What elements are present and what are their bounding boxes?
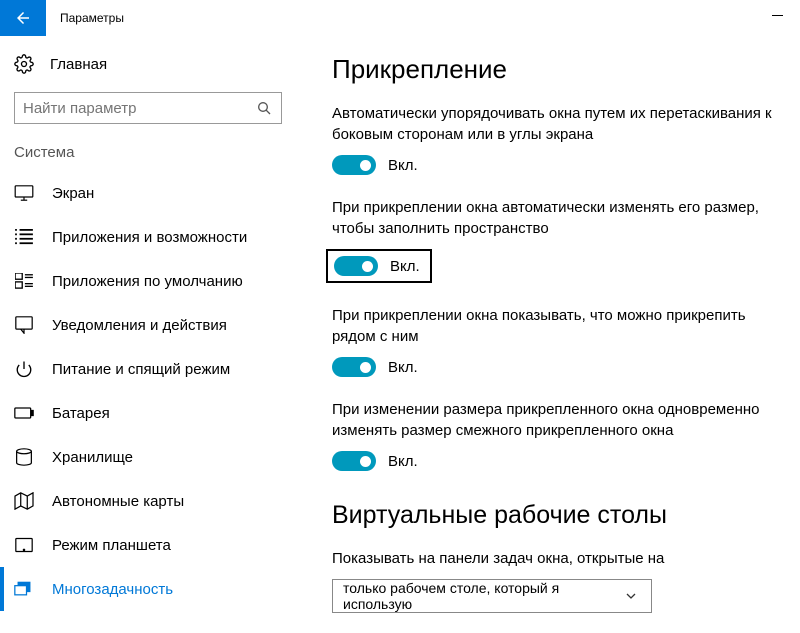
toggle-state-label: Вкл. bbox=[390, 258, 420, 275]
storage-icon bbox=[14, 447, 34, 467]
toggle-snap-resize[interactable] bbox=[334, 256, 378, 276]
home-label: Главная bbox=[50, 56, 107, 73]
gear-icon bbox=[14, 54, 34, 74]
setting-desc: При прикреплении окна автоматически изме… bbox=[332, 197, 778, 239]
highlighted-toggle: Вкл. bbox=[326, 249, 432, 283]
toggle-knob bbox=[362, 261, 373, 272]
defaults-icon bbox=[14, 271, 34, 291]
monitor-icon bbox=[14, 183, 34, 203]
toggle-state-label: Вкл. bbox=[388, 359, 418, 376]
sidebar-item-label: Уведомления и действия bbox=[52, 317, 227, 334]
sidebar-item-label: Батарея bbox=[52, 405, 110, 422]
sidebar-item-maps[interactable]: Автономные карты bbox=[0, 479, 296, 523]
sidebar-item-label: Питание и спящий режим bbox=[52, 361, 230, 378]
toggle-state-label: Вкл. bbox=[388, 157, 418, 174]
arrow-left-icon bbox=[14, 9, 32, 27]
toggle-knob bbox=[360, 362, 371, 373]
sidebar-item-notifications[interactable]: Уведомления и действия bbox=[0, 303, 296, 347]
tablet-icon bbox=[14, 535, 34, 555]
app-title: Параметры bbox=[60, 11, 124, 25]
back-button[interactable] bbox=[0, 0, 46, 36]
section-header: Система bbox=[0, 138, 296, 171]
notification-icon bbox=[14, 315, 34, 335]
power-icon bbox=[14, 359, 34, 379]
vd-taskbar-label: Показывать на панели задач окна, открыты… bbox=[332, 548, 778, 569]
sidebar-item-display[interactable]: Экран bbox=[0, 171, 296, 215]
sidebar-item-default-apps[interactable]: Приложения по умолчанию bbox=[0, 259, 296, 303]
toggle-snap-adjacent[interactable] bbox=[332, 451, 376, 471]
sidebar-item-tablet[interactable]: Режим планшета bbox=[0, 523, 296, 567]
dropdown-value: только рабочем столе, который я использу… bbox=[343, 580, 622, 612]
heading-virtual-desktops: Виртуальные рабочие столы bbox=[332, 501, 778, 530]
sidebar-item-multitasking[interactable]: Многозадачность bbox=[4, 567, 296, 611]
sidebar-item-label: Хранилище bbox=[52, 449, 133, 466]
search-icon bbox=[254, 98, 273, 118]
map-icon bbox=[14, 491, 34, 511]
toggle-snap-suggest[interactable] bbox=[332, 357, 376, 377]
sidebar-item-label: Режим планшета bbox=[52, 537, 171, 554]
main-panel: Прикрепление Автоматически упорядочивать… bbox=[296, 36, 800, 633]
sidebar: Главная Система Экран Приложения и возмо… bbox=[0, 36, 296, 633]
sidebar-item-storage[interactable]: Хранилище bbox=[0, 435, 296, 479]
minimize-icon bbox=[772, 10, 783, 21]
search-field[interactable] bbox=[23, 100, 254, 117]
list-icon bbox=[14, 227, 34, 247]
battery-icon bbox=[14, 403, 34, 423]
toggle-knob bbox=[360, 160, 371, 171]
heading-snap: Прикрепление bbox=[332, 54, 778, 85]
multitask-icon bbox=[14, 579, 34, 599]
search-input[interactable] bbox=[14, 92, 282, 124]
vd-taskbar-dropdown[interactable]: только рабочем столе, который я использу… bbox=[332, 579, 652, 613]
setting-desc: При прикреплении окна показывать, что мо… bbox=[332, 305, 778, 347]
minimize-button[interactable] bbox=[755, 0, 800, 30]
setting-desc: При изменении размера прикрепленного окн… bbox=[332, 399, 778, 441]
sidebar-item-label: Многозадачность bbox=[52, 581, 173, 598]
toggle-state-label: Вкл. bbox=[388, 453, 418, 470]
home-nav[interactable]: Главная bbox=[0, 46, 296, 82]
sidebar-item-power[interactable]: Питание и спящий режим bbox=[0, 347, 296, 391]
sidebar-item-battery[interactable]: Батарея bbox=[0, 391, 296, 435]
setting-desc: Автоматически упорядочивать окна путем и… bbox=[332, 103, 778, 145]
toggle-snap-arrange[interactable] bbox=[332, 155, 376, 175]
toggle-knob bbox=[360, 456, 371, 467]
chevron-down-icon bbox=[622, 586, 641, 606]
sidebar-item-label: Приложения и возможности bbox=[52, 229, 247, 246]
sidebar-item-label: Приложения по умолчанию bbox=[52, 273, 243, 290]
sidebar-item-label: Автономные карты bbox=[52, 493, 184, 510]
sidebar-item-label: Экран bbox=[52, 185, 94, 202]
sidebar-item-apps[interactable]: Приложения и возможности bbox=[0, 215, 296, 259]
